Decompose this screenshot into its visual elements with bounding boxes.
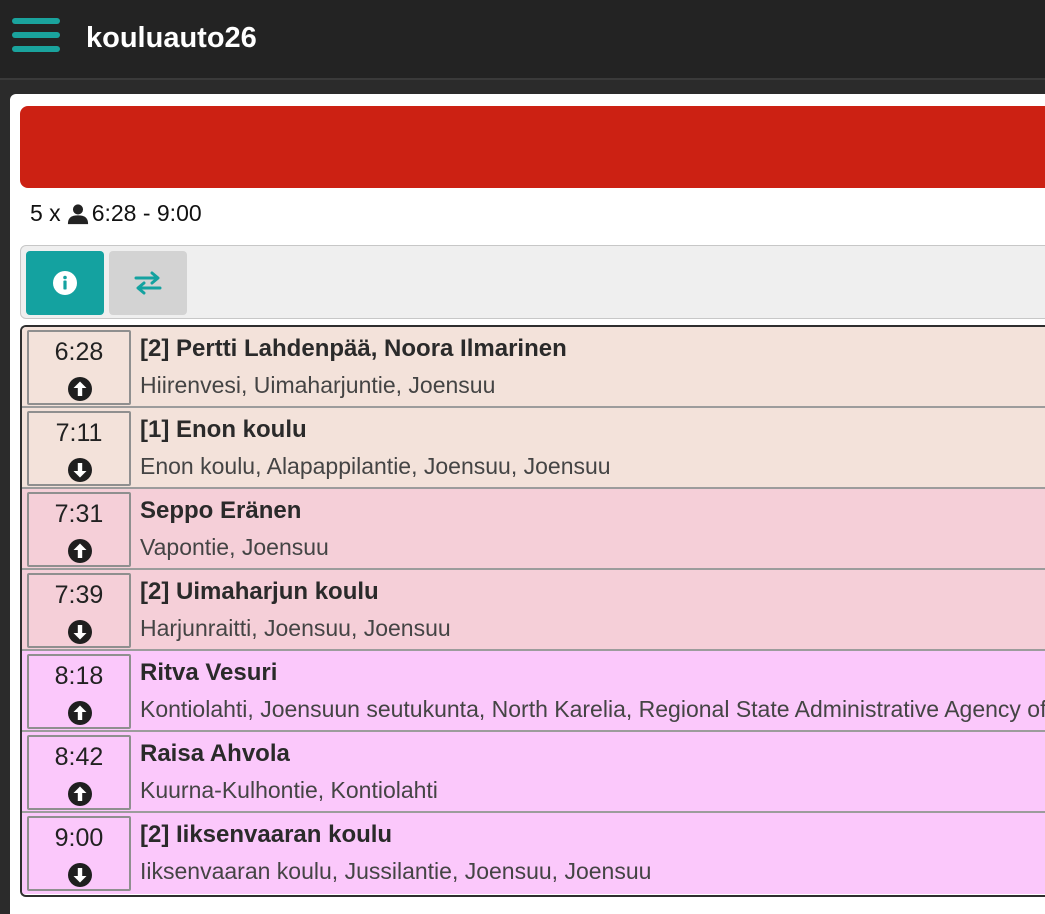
stop-name: [2] Iiksenvaaran koulu — [140, 821, 393, 848]
stop-name: Raisa Ahvola — [140, 740, 290, 767]
dropoff-arrow-down-icon — [68, 863, 92, 887]
stop-row[interactable]: 7:39 [2] Uimaharjun koulu Harjunraitti, Jo… — [22, 570, 1045, 651]
stop-time-box: 8:18 — [27, 654, 131, 729]
stop-time-box: 7:31 — [27, 492, 131, 567]
passenger-count: 5 x — [30, 200, 61, 226]
tab-info[interactable] — [26, 251, 104, 315]
stop-time-box: 7:39 — [27, 573, 131, 648]
stop-row[interactable]: 6:28 [2] Pertti Lahdenpää, Noora Ilmarine… — [22, 327, 1045, 408]
stop-time: 7:11 — [55, 419, 103, 447]
person-icon — [67, 203, 88, 224]
stop-address: Kontiolahti, Joensuun seutukunta, North … — [140, 696, 1045, 722]
app-title: kouluauto26 — [86, 22, 257, 54]
stop-row[interactable]: 7:31 Seppo Eränen Vapontie, Joensuu — [22, 489, 1045, 570]
main-content: 5 x 6:28 - 9:00 6:28 [2] Pertti Lahdenpää… — [10, 94, 1045, 914]
stop-row[interactable]: 8:18 Ritva Vesuri Kontiolahti, Joensuun se… — [22, 651, 1045, 732]
route-summary: 5 x 6:28 - 9:00 — [30, 200, 202, 227]
stop-address: Harjunraitti, Joensuu, Joensuu — [140, 615, 451, 641]
info-icon — [53, 271, 77, 295]
tab-swap[interactable] — [109, 251, 187, 315]
dropoff-arrow-down-icon — [68, 458, 92, 482]
top-navbar: kouluauto26 — [0, 0, 1045, 80]
stop-address: Iiksenvaaran koulu, Jussilantie, Joensuu… — [140, 858, 652, 884]
stop-address: Hiirenvesi, Uimaharjuntie, Joensuu — [140, 372, 496, 398]
hamburger-menu-icon[interactable] — [12, 16, 60, 56]
stop-row[interactable]: 8:42 Raisa Ahvola Kuurna-Kulhontie, Kontio… — [22, 732, 1045, 813]
swap-arrows-icon — [134, 271, 162, 295]
stop-row[interactable]: 7:11 [1] Enon koulu Enon koulu, Alapappila… — [22, 408, 1045, 489]
stop-name: Ritva Vesuri — [140, 659, 278, 686]
stop-list: 6:28 [2] Pertti Lahdenpää, Noora Ilmarine… — [20, 325, 1045, 897]
pickup-arrow-up-icon — [68, 539, 92, 563]
pickup-arrow-up-icon — [68, 377, 92, 401]
stop-time: 8:42 — [54, 743, 104, 771]
stop-name: [2] Uimaharjun koulu — [140, 578, 379, 605]
stop-time-box: 7:11 — [27, 411, 131, 486]
stop-address: Enon koulu, Alapappilantie, Joensuu, Joe… — [140, 453, 611, 479]
stop-time-box: 8:42 — [27, 735, 131, 810]
pickup-arrow-up-icon — [68, 782, 92, 806]
stop-time: 7:39 — [54, 581, 104, 609]
stop-time: 9:00 — [54, 824, 104, 852]
stop-time-box: 6:28 — [27, 330, 131, 405]
stop-name: [2] Pertti Lahdenpää, Noora Ilmarinen — [140, 335, 567, 362]
pickup-arrow-up-icon — [68, 701, 92, 725]
stop-address: Vapontie, Joensuu — [140, 534, 329, 560]
stop-time: 7:31 — [54, 500, 104, 528]
stop-name: [1] Enon koulu — [140, 416, 307, 443]
stop-address: Kuurna-Kulhontie, Kontiolahti — [140, 777, 438, 803]
stop-time-box: 9:00 — [27, 816, 131, 891]
stop-name: Seppo Eränen — [140, 497, 302, 524]
route-color-banner — [20, 106, 1045, 188]
dropoff-arrow-down-icon — [68, 620, 92, 644]
view-tabbar — [20, 245, 1045, 319]
route-time-range: 6:28 - 9:00 — [91, 200, 202, 226]
stop-time: 6:28 — [54, 338, 104, 366]
stop-time: 8:18 — [54, 662, 104, 690]
stop-row[interactable]: 9:00 [2] Iiksenvaaran koulu Iiksenvaaran k… — [22, 813, 1045, 894]
